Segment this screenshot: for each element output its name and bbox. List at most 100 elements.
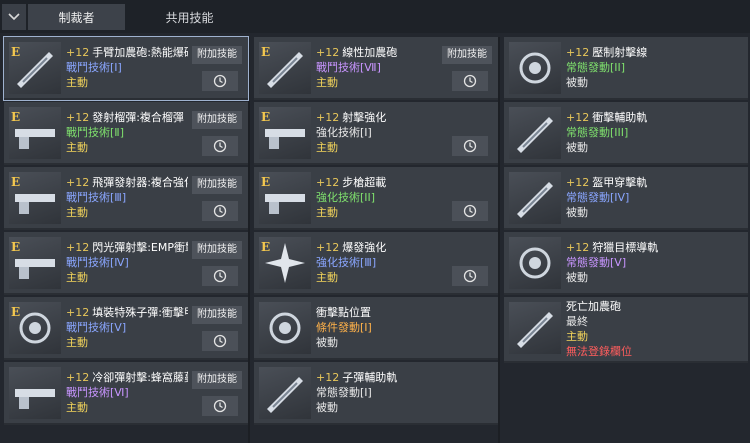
skill-type: 主動 xyxy=(66,271,88,284)
clock-icon xyxy=(463,204,477,218)
skill-level: +12 xyxy=(566,241,590,254)
tab-sanctioner[interactable]: 制裁者 xyxy=(28,4,125,30)
cooldown-button[interactable] xyxy=(202,266,238,286)
skill-name-text: 線性加農砲 xyxy=(342,46,398,59)
skill-info: +12 飛彈發射器:複合強化 戰鬥技術[Ⅲ] 主動 xyxy=(66,175,188,220)
skill-category: 條件發動[Ⅰ] xyxy=(316,321,372,334)
skill-info: +12 衝擊輔助軌 常態發動[III] 被動 xyxy=(566,110,744,155)
skill-card[interactable]: E +12 爆發強化 強化技術[Ⅲ] 主動 xyxy=(254,232,498,295)
skill-type: 主動 xyxy=(66,336,88,349)
skill-category: 常態發動[IV] xyxy=(566,191,630,204)
cooldown-button[interactable] xyxy=(452,71,488,91)
skill-category: 常態發動[III] xyxy=(566,126,629,139)
cooldown-button[interactable] xyxy=(452,201,488,221)
skill-name: +12 閃光彈射擊:EMP衝擊 xyxy=(66,240,188,255)
rifle-overload-icon: E xyxy=(259,172,311,224)
shot-enhance-icon: E xyxy=(259,107,311,159)
skill-grade-badge: E xyxy=(11,305,21,319)
skill-grade-badge: E xyxy=(261,175,271,189)
skill-card[interactable]: E +12 飛彈發射器:複合強化 戰鬥技術[Ⅲ] 主動 附加技能 xyxy=(4,167,248,230)
skill-name-text: 手臂加農砲:熱能爆破 xyxy=(92,46,188,59)
clock-icon xyxy=(463,74,477,88)
skill-info: +12 發射榴彈:複合榴彈 戰鬥技術[Ⅱ] 主動 xyxy=(66,110,188,155)
suppress-line-icon xyxy=(509,42,561,94)
clock-icon xyxy=(463,139,477,153)
skill-level: +12 xyxy=(316,176,340,189)
addon-skill-button[interactable]: 附加技能 xyxy=(192,306,242,324)
skill-card[interactable]: E +12 填裝特殊子彈:衝擊甲 戰鬥技術[Ⅴ] 主動 附加技能 xyxy=(4,297,248,360)
skill-info: +12 冷卻彈射擊:蜂窩藤蔓 戰鬥技術[Ⅵ] 主動 xyxy=(66,370,188,415)
addon-skill-button[interactable]: 附加技能 xyxy=(192,46,242,64)
cooldown-button[interactable] xyxy=(202,331,238,351)
skill-name-text: 衝擊點位置 xyxy=(316,306,371,319)
skill-type: 被動 xyxy=(566,76,588,89)
skill-card[interactable]: +12 壓制射擊線 常態發動[II] 被動 xyxy=(504,37,748,100)
missile-launcher-icon: E xyxy=(9,172,61,224)
skill-grade-badge: E xyxy=(261,45,271,59)
skill-card[interactable]: +12 衝擊輔助軌 常態發動[III] 被動 xyxy=(504,102,748,165)
skill-level: +12 xyxy=(566,111,590,124)
cooldown-button[interactable] xyxy=(452,266,488,286)
chevron-down-icon xyxy=(8,13,20,21)
addon-skill-button[interactable]: 附加技能 xyxy=(192,111,242,129)
skill-card[interactable]: E +12 發射榴彈:複合榴彈 戰鬥技術[Ⅱ] 主動 附加技能 xyxy=(4,102,248,165)
cooldown-button[interactable] xyxy=(202,136,238,156)
skill-name: +12 盔甲穿擊軌 xyxy=(566,175,744,190)
skill-card[interactable]: E +12 線性加農砲 戰鬥技術[Ⅶ] 主動 附加技能 xyxy=(254,37,498,100)
tab-shared-skills[interactable]: 共用技能 xyxy=(141,4,238,30)
skill-level: +12 xyxy=(316,371,340,384)
addon-skill-button[interactable]: 附加技能 xyxy=(192,176,242,194)
skill-name-text: 步槍超載 xyxy=(342,176,387,189)
skill-info: +12 壓制射擊線 常態發動[II] 被動 xyxy=(566,45,744,90)
skill-grade-badge: E xyxy=(11,240,21,254)
skill-name-text: 爆發強化 xyxy=(342,241,387,254)
skill-card[interactable]: E +12 閃光彈射擊:EMP衝擊 戰鬥技術[Ⅳ] 主動 附加技能 xyxy=(4,232,248,295)
cooldown-button[interactable] xyxy=(202,71,238,91)
skill-card[interactable]: +12 冷卻彈射擊:蜂窩藤蔓 戰鬥技術[Ⅵ] 主動 附加技能 xyxy=(4,362,248,425)
addon-skill-button[interactable]: 附加技能 xyxy=(192,371,242,389)
skill-name: +12 飛彈發射器:複合強化 xyxy=(66,175,188,190)
column-divider xyxy=(248,37,250,443)
skill-name-text: 盔甲穿擊軌 xyxy=(592,176,648,189)
skill-name-text: 子彈輔助軌 xyxy=(342,371,398,384)
skill-category: 戰鬥技術[Ⅱ] xyxy=(66,126,124,139)
skill-card[interactable]: 衝擊點位置條件發動[Ⅰ] 被動 xyxy=(254,297,498,360)
skill-type: 被動 xyxy=(316,336,338,349)
skill-card[interactable]: E +12 步槍超載 強化技術[II] 主動 xyxy=(254,167,498,230)
skill-info: 衝擊點位置條件發動[Ⅰ] 被動 xyxy=(316,305,494,350)
skill-type: 被動 xyxy=(566,141,588,154)
clock-icon xyxy=(213,399,227,413)
skill-level: +12 xyxy=(316,241,340,254)
impact-point-icon xyxy=(259,302,311,354)
skill-grade-badge: E xyxy=(261,110,271,124)
cooldown-button[interactable] xyxy=(202,396,238,416)
addon-skill-button[interactable]: 附加技能 xyxy=(192,241,242,259)
cooldown-button[interactable] xyxy=(202,201,238,221)
skill-info: +12 盔甲穿擊軌 常態發動[IV] 被動 xyxy=(566,175,744,220)
skill-name: +12 子彈輔助軌 xyxy=(316,370,494,385)
skill-name: +12 線性加農砲 xyxy=(316,45,438,60)
grenade-launcher-icon: E xyxy=(9,107,61,159)
skill-name: 死亡加農砲 xyxy=(566,299,744,314)
addon-skill-button[interactable]: 附加技能 xyxy=(442,46,492,64)
skill-category: 常態發動[I] xyxy=(316,386,372,399)
skill-card[interactable]: +12 子彈輔助軌 常態發動[I] 被動 xyxy=(254,362,498,425)
skill-category: 常態發動[II] xyxy=(566,61,626,74)
skill-name: +12 發射榴彈:複合榴彈 xyxy=(66,110,188,125)
skill-category: 戰鬥技術[Ⅳ] xyxy=(66,256,129,269)
skill-name: +12 填裝特殊子彈:衝擊甲 xyxy=(66,305,188,320)
skill-card[interactable]: E +12 射擊強化 強化技術[I] 主動 xyxy=(254,102,498,165)
collapse-button[interactable] xyxy=(2,4,26,30)
skill-card[interactable]: 死亡加農砲 最終 主動 無法登錄欄位 xyxy=(504,297,748,363)
skill-type: 主動 xyxy=(316,76,338,89)
skill-type: 被動 xyxy=(566,206,588,219)
special-ammo-icon: E xyxy=(9,302,61,354)
skill-card[interactable]: +12 狩獵目標導軌 常態發動[Ⅴ] 被動 xyxy=(504,232,748,295)
skill-card[interactable]: +12 盔甲穿擊軌 常態發動[IV] 被動 xyxy=(504,167,748,230)
skill-name: +12 步槍超載 xyxy=(316,175,494,190)
cooldown-button[interactable] xyxy=(452,136,488,156)
skill-card[interactable]: E +12 手臂加農砲:熱能爆破 戰鬥技術[Ⅰ] 主動 附加技能 xyxy=(3,36,249,101)
skill-level: +12 xyxy=(316,111,340,124)
skill-info: +12 填裝特殊子彈:衝擊甲 戰鬥技術[Ⅴ] 主動 xyxy=(66,305,188,350)
skill-type: 主動 xyxy=(66,206,88,219)
